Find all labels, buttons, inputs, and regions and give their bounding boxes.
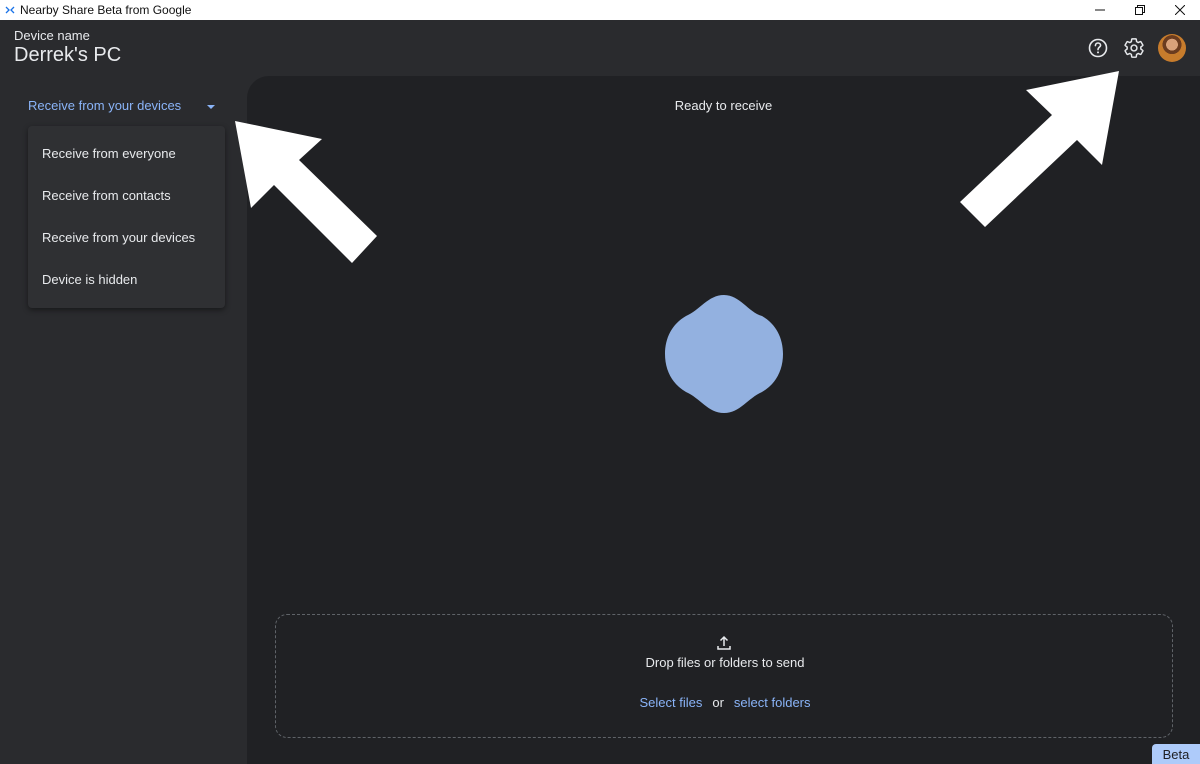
device-name[interactable]: Derrek's PC bbox=[14, 44, 121, 67]
close-button[interactable] bbox=[1160, 0, 1200, 20]
or-text: or bbox=[712, 695, 724, 710]
help-button[interactable] bbox=[1086, 36, 1110, 60]
upload-icon bbox=[717, 635, 731, 650]
header-actions bbox=[1086, 34, 1186, 62]
restore-button[interactable] bbox=[1120, 0, 1160, 20]
account-avatar[interactable] bbox=[1158, 34, 1186, 62]
select-folders-link[interactable]: select folders bbox=[734, 695, 811, 710]
select-files-link[interactable]: Select files bbox=[639, 695, 702, 710]
receive-indicator-icon bbox=[665, 295, 783, 413]
drop-zone[interactable]: Drop files or folders to send Select fil… bbox=[275, 614, 1173, 738]
visibility-selected-label: Receive from your devices bbox=[28, 98, 182, 113]
menu-item-your-devices[interactable]: Receive from your devices bbox=[28, 216, 225, 258]
select-links: Select files or select folders bbox=[276, 695, 1174, 710]
window-title: Nearby Share Beta from Google bbox=[20, 3, 192, 17]
close-icon bbox=[1175, 5, 1185, 15]
title-bar: Nearby Share Beta from Google bbox=[0, 0, 1200, 20]
visibility-dropdown[interactable]: Receive from your devices bbox=[28, 98, 216, 113]
app-window: Nearby Share Beta from Google Device nam… bbox=[0, 0, 1200, 764]
nearby-share-icon bbox=[5, 5, 15, 15]
menu-item-contacts[interactable]: Receive from contacts bbox=[28, 174, 225, 216]
settings-button[interactable] bbox=[1122, 36, 1146, 60]
annotation-arrow-right bbox=[960, 71, 1119, 227]
gear-icon bbox=[1124, 38, 1144, 58]
drop-instructions: Drop files or folders to send bbox=[645, 655, 805, 670]
device-name-label: Device name bbox=[14, 28, 90, 43]
caret-down-icon bbox=[207, 104, 216, 109]
beta-badge: Beta bbox=[1152, 744, 1200, 764]
help-icon bbox=[1088, 38, 1108, 58]
restore-icon bbox=[1135, 5, 1145, 15]
window-controls bbox=[1080, 0, 1200, 20]
minimize-button[interactable] bbox=[1080, 0, 1120, 20]
minimize-icon bbox=[1095, 9, 1105, 11]
menu-item-everyone[interactable]: Receive from everyone bbox=[28, 132, 225, 174]
menu-item-hidden[interactable]: Device is hidden bbox=[28, 258, 225, 300]
visibility-menu: Receive from everyone Receive from conta… bbox=[28, 126, 225, 308]
annotation-arrow-left bbox=[235, 121, 377, 263]
